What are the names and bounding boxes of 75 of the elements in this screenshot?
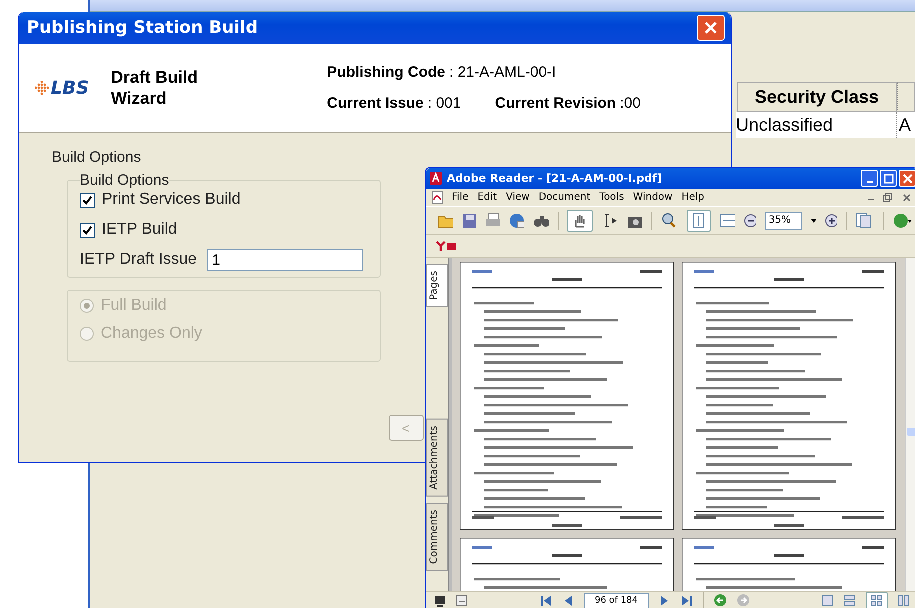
facing-icon[interactable] bbox=[898, 594, 910, 606]
window-title: Adobe Reader - [21-A-AM-00-I.pdf] bbox=[447, 172, 664, 185]
fit-page-button[interactable] bbox=[686, 210, 711, 232]
zoom-out-icon[interactable] bbox=[744, 214, 756, 228]
window-title: Publishing Station Build bbox=[27, 18, 260, 38]
menu-item[interactable]: Window bbox=[633, 192, 673, 203]
field-label: Current Revision bbox=[495, 95, 616, 112]
continuous-icon[interactable] bbox=[844, 594, 856, 606]
back-icon[interactable] bbox=[714, 594, 728, 607]
menu-item[interactable]: Edit bbox=[478, 192, 498, 203]
first-page-icon[interactable] bbox=[540, 594, 552, 606]
fit-page-icon bbox=[692, 212, 706, 228]
logo-text: LBS bbox=[51, 78, 90, 98]
close-icon bbox=[902, 174, 912, 184]
field-label: Publishing Code bbox=[327, 64, 446, 81]
zoom-in-icon[interactable] bbox=[660, 212, 678, 228]
side-tab[interactable]: Comments bbox=[426, 503, 448, 572]
radio-label: Full Build bbox=[101, 297, 167, 315]
section-label: Build Options bbox=[52, 149, 142, 166]
hand-tool-button[interactable] bbox=[567, 210, 594, 232]
field-value: : 001 bbox=[428, 95, 462, 112]
maximize-icon bbox=[884, 174, 894, 184]
dot-grid-icon bbox=[35, 81, 49, 95]
minimize-icon bbox=[866, 180, 872, 182]
grid-icon bbox=[871, 594, 883, 606]
menu-item[interactable]: File bbox=[452, 192, 469, 203]
close-button[interactable] bbox=[697, 15, 725, 41]
field-value: : 21-A-AML-00-I bbox=[450, 64, 556, 81]
radio-label: Changes Only bbox=[101, 325, 202, 343]
monitor-icon[interactable] bbox=[434, 594, 446, 606]
field-value: :00 bbox=[620, 95, 641, 112]
wizard-title: Draft Build Wizard bbox=[111, 67, 200, 109]
app-icon bbox=[430, 172, 442, 185]
scroll-bar[interactable] bbox=[90, 0, 915, 12]
close-icon bbox=[704, 21, 718, 35]
menu-item[interactable]: Help bbox=[682, 192, 705, 203]
column-header[interactable]: Security Class bbox=[737, 82, 897, 112]
side-tab[interactable]: Pages bbox=[426, 264, 448, 308]
group-legend: Build Options bbox=[80, 172, 170, 189]
page-number-field[interactable]: 96 of 184 bbox=[584, 592, 650, 608]
printer-icon[interactable] bbox=[484, 212, 500, 228]
toolbar-logo-icon[interactable] bbox=[436, 240, 458, 252]
menu-item[interactable]: Tools bbox=[600, 192, 624, 203]
scroll-bar[interactable] bbox=[905, 258, 915, 591]
minimize-icon[interactable] bbox=[868, 199, 874, 201]
field-label: IETP Draft Issue bbox=[80, 251, 198, 269]
column-header[interactable] bbox=[897, 82, 915, 112]
close-icon[interactable] bbox=[902, 192, 912, 202]
restore-icon[interactable] bbox=[883, 192, 893, 202]
document-icon bbox=[432, 191, 443, 204]
table-cell: Unclassified bbox=[736, 112, 896, 138]
zoom-plus-icon[interactable] bbox=[825, 214, 837, 228]
minimize-button[interactable] bbox=[861, 170, 878, 187]
table-cell: A bbox=[896, 112, 915, 138]
close-button[interactable] bbox=[899, 170, 915, 187]
fit-width-icon[interactable] bbox=[720, 212, 735, 228]
text-select-icon[interactable] bbox=[602, 212, 618, 228]
single-page-icon[interactable] bbox=[822, 594, 834, 606]
dropdown-icon[interactable] bbox=[811, 218, 816, 224]
checkbox-label: Print Services Build bbox=[102, 191, 241, 209]
last-page-icon[interactable] bbox=[681, 594, 694, 606]
checkbox[interactable] bbox=[80, 192, 95, 208]
pages-icon[interactable] bbox=[856, 212, 874, 228]
input-field[interactable]: 1 bbox=[207, 249, 364, 271]
side-tab[interactable]: Attachments bbox=[426, 419, 448, 498]
facing-pages-button[interactable] bbox=[866, 592, 888, 608]
checkbox-label: IETP Build bbox=[102, 221, 178, 239]
menu-item[interactable]: Document bbox=[538, 192, 591, 203]
checkbox[interactable] bbox=[80, 222, 95, 238]
panel-icon[interactable] bbox=[456, 594, 468, 606]
save-icon[interactable] bbox=[462, 212, 476, 228]
zoom-field[interactable]: 35% bbox=[764, 212, 802, 230]
maximize-button[interactable] bbox=[880, 170, 897, 187]
field-label: Current Issue bbox=[327, 95, 424, 112]
menu-item[interactable]: View bbox=[506, 192, 530, 203]
